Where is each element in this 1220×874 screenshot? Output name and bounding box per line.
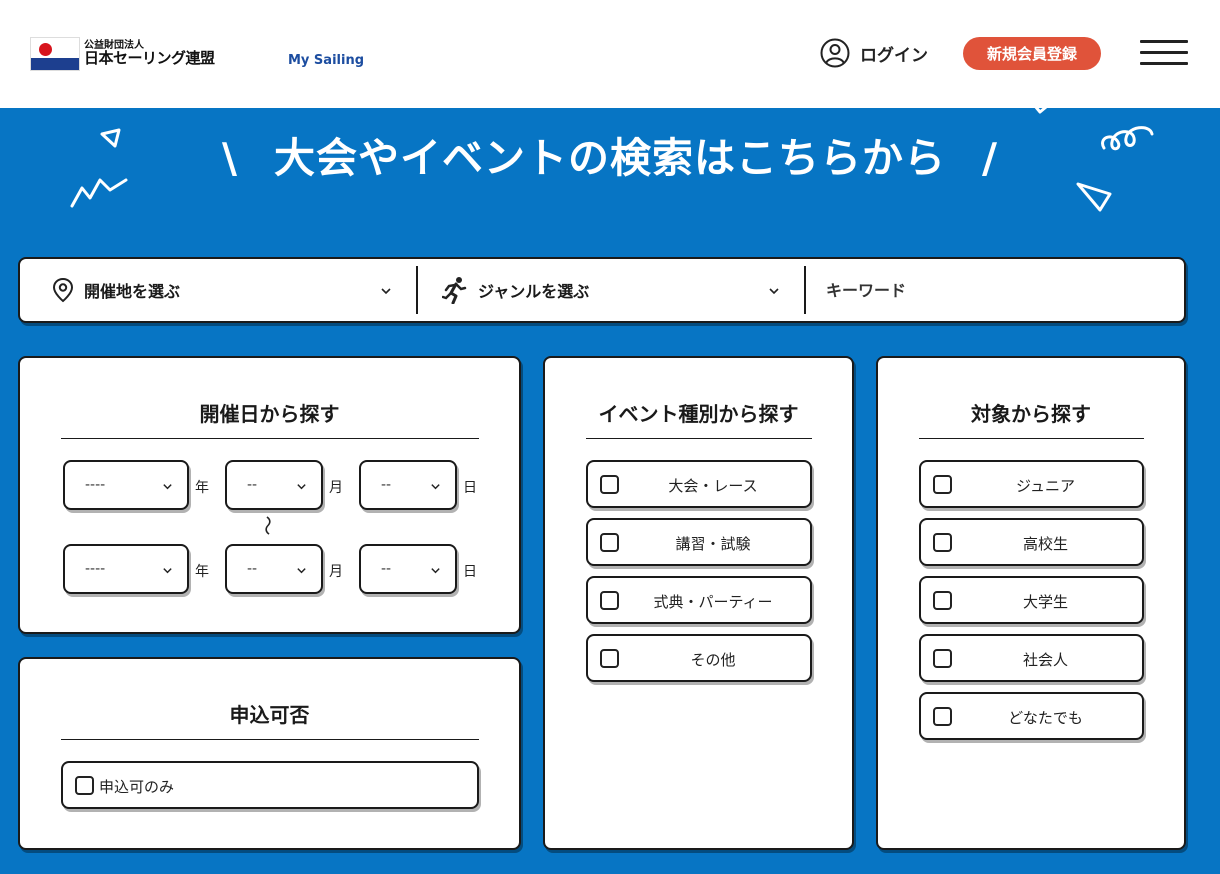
hamburger-menu-icon[interactable] xyxy=(1140,40,1188,68)
target-option-high-school[interactable]: 高校生 xyxy=(919,518,1144,566)
to-month-value: -- xyxy=(247,561,258,577)
panel-divider xyxy=(61,438,479,439)
target-audience-panel: 対象から探す ジュニア 高校生 大学生 社会人 どなたでも xyxy=(876,356,1186,850)
panel-divider xyxy=(919,438,1144,439)
location-select[interactable]: 開催地を選ぶ xyxy=(20,259,416,321)
cone-decoration xyxy=(1076,182,1112,212)
from-month-value: -- xyxy=(247,477,258,493)
chevron-down-icon xyxy=(297,568,306,574)
genre-select[interactable]: ジャンルを選ぶ xyxy=(418,259,804,321)
login-label: ログイン xyxy=(860,45,928,66)
checkbox-icon xyxy=(75,776,94,795)
panel-divider xyxy=(61,739,479,740)
target-panel-title: 対象から探す xyxy=(971,402,1091,426)
event-type-option-other[interactable]: その他 xyxy=(586,634,812,682)
keyword-field[interactable] xyxy=(806,259,1184,321)
japan-flag-logo-icon xyxy=(30,37,80,71)
option-label: 高校生 xyxy=(1022,535,1068,553)
option-label: 講習・試験 xyxy=(675,535,751,553)
option-label: 大会・レース xyxy=(668,477,758,495)
running-person-icon xyxy=(442,277,467,304)
checkbox-icon xyxy=(933,707,952,726)
date-search-panel: 開催日から探す ---- 年 -- 月 -- 日 〜 ---- 年 -- 月 -… xyxy=(18,356,521,634)
hero-slash-left: \ xyxy=(222,134,238,182)
target-option-university[interactable]: 大学生 xyxy=(919,576,1144,624)
checkbox-icon xyxy=(600,649,619,668)
from-day-value: -- xyxy=(381,477,392,493)
to-day-value: -- xyxy=(381,561,392,577)
event-type-panel-title: イベント種別から探す xyxy=(598,402,799,426)
option-label: その他 xyxy=(690,651,736,669)
chevron-down-icon xyxy=(431,484,440,490)
year-unit-label: 年 xyxy=(195,480,209,496)
option-label: 大学生 xyxy=(1022,593,1068,611)
date-range-separator: 〜 xyxy=(255,515,280,536)
logo-text: 公益財団法人 日本セーリング連盟 xyxy=(84,40,215,68)
location-select-label: 開催地を選ぶ xyxy=(84,282,181,301)
to-year-select[interactable]: ---- xyxy=(63,544,189,594)
hero-title-text: 大会やイベントの検索はこちらから xyxy=(274,134,946,182)
signup-button[interactable]: 新規会員登録 xyxy=(963,37,1101,70)
from-year-value: ---- xyxy=(85,477,106,493)
target-option-junior[interactable]: ジュニア xyxy=(919,460,1144,508)
my-sailing-link[interactable]: My Sailing xyxy=(288,53,364,68)
site-header: 公益財団法人 日本セーリング連盟 My Sailing ログイン 新規会員登録 xyxy=(0,0,1220,108)
chevron-down-icon xyxy=(381,288,391,295)
day-unit-label: 日 xyxy=(463,480,477,496)
checkbox-icon xyxy=(600,475,619,494)
to-year-value: ---- xyxy=(85,561,106,577)
date-panel-title: 開催日から探す xyxy=(199,402,340,426)
apply-panel-title: 申込可否 xyxy=(229,703,310,727)
application-status-panel: 申込可否 申込可のみ xyxy=(18,657,521,850)
from-month-select[interactable]: -- xyxy=(225,460,323,510)
event-type-option-race[interactable]: 大会・レース xyxy=(586,460,812,508)
event-type-panel: イベント種別から探す 大会・レース 講習・試験 式典・パーティー その他 xyxy=(543,356,854,850)
jsaf-logo[interactable]: 公益財団法人 日本セーリング連盟 xyxy=(30,37,215,71)
login-button[interactable]: ログイン xyxy=(820,38,928,68)
option-label: 申込可のみ xyxy=(99,778,175,796)
target-option-adult[interactable]: 社会人 xyxy=(919,634,1144,682)
genre-select-label: ジャンルを選ぶ xyxy=(478,282,590,301)
event-type-option-course[interactable]: 講習・試験 xyxy=(586,518,812,566)
target-option-anyone[interactable]: どなたでも xyxy=(919,692,1144,740)
to-day-select[interactable]: -- xyxy=(359,544,457,594)
hero-slash-right: / xyxy=(982,134,998,182)
checkbox-icon xyxy=(933,591,952,610)
checkbox-icon xyxy=(600,533,619,552)
checkbox-icon xyxy=(600,591,619,610)
checkbox-icon xyxy=(933,533,952,552)
day-unit-label: 日 xyxy=(463,564,477,580)
month-unit-label: 月 xyxy=(329,564,343,580)
checkbox-icon xyxy=(933,649,952,668)
logo-title: 日本セーリング連盟 xyxy=(84,49,215,68)
year-unit-label: 年 xyxy=(195,564,209,580)
search-bar: 開催地を選ぶ ジャンルを選ぶ xyxy=(18,257,1186,323)
map-pin-icon xyxy=(52,277,74,303)
from-year-select[interactable]: ---- xyxy=(63,460,189,510)
option-label: どなたでも xyxy=(1008,709,1083,727)
month-unit-label: 月 xyxy=(329,480,343,496)
chevron-down-icon xyxy=(163,568,172,574)
chevron-down-icon xyxy=(297,484,306,490)
event-type-option-ceremony[interactable]: 式典・パーティー xyxy=(586,576,812,624)
user-circle-icon xyxy=(820,38,850,68)
option-label: ジュニア xyxy=(1016,477,1075,495)
chevron-down-icon xyxy=(431,568,440,574)
option-label: 社会人 xyxy=(1022,651,1068,669)
to-month-select[interactable]: -- xyxy=(225,544,323,594)
from-day-select[interactable]: -- xyxy=(359,460,457,510)
apply-only-checkbox[interactable]: 申込可のみ xyxy=(61,761,479,809)
panel-divider xyxy=(586,438,812,439)
chevron-down-icon xyxy=(769,288,779,295)
option-label: 式典・パーティー xyxy=(653,593,773,611)
checkbox-icon xyxy=(933,475,952,494)
chevron-down-icon xyxy=(163,484,172,490)
keyword-input[interactable] xyxy=(826,280,1166,300)
hero-title: \ 大会やイベントの検索はこちらから / xyxy=(0,124,1220,184)
